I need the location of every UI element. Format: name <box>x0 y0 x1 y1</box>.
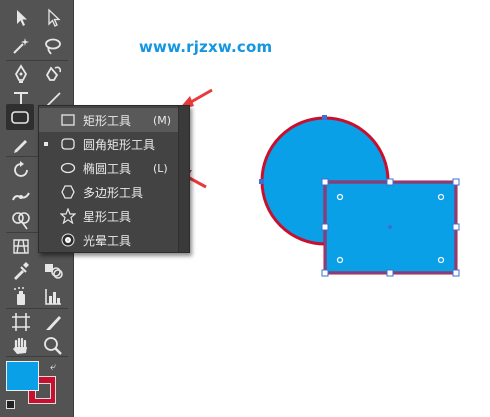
flyout-item-label: 多边形工具 <box>83 185 144 200</box>
flyout-item-label: 圆角矩形工具 <box>83 137 156 152</box>
active-tool-marker <box>44 142 48 146</box>
star-icon <box>59 207 77 225</box>
flyout-item-flare[interactable]: 光晕工具 <box>39 228 178 252</box>
ellipse-icon <box>59 159 77 177</box>
flyout-item-shortcut: (M) <box>153 113 172 127</box>
rectangle-shape[interactable] <box>321 178 460 277</box>
flyout-item-label: 椭圆工具 <box>83 161 132 176</box>
polygon-icon <box>59 183 77 201</box>
rectangle-icon <box>59 111 77 129</box>
flyout-item-star[interactable]: 星形工具 <box>39 204 178 228</box>
flyout-item-shortcut: (L) <box>153 161 168 175</box>
flyout-item-label: 星形工具 <box>83 209 132 224</box>
tearoff-strip[interactable] <box>178 106 189 252</box>
shape-tools-flyout: 矩形工具 (M) 圆角矩形工具 椭圆工具 (L) 多边形工具 星形工具 光晕工具 <box>38 105 190 253</box>
rounded-rectangle-icon <box>59 135 77 153</box>
flyout-item-label: 矩形工具 <box>83 113 132 128</box>
flyout-item-rectangle[interactable]: 矩形工具 (M) <box>39 108 178 132</box>
flyout-item-label: 光晕工具 <box>83 233 132 248</box>
flare-icon <box>59 231 77 249</box>
flyout-item-polygon[interactable]: 多边形工具 <box>39 180 178 204</box>
flyout-item-ellipse[interactable]: 椭圆工具 (L) <box>39 156 178 180</box>
flyout-item-rounded-rectangle[interactable]: 圆角矩形工具 <box>39 132 178 156</box>
